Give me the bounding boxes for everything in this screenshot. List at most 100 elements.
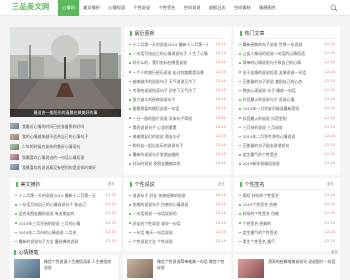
list-item-title[interactable]: 最新经典的句子说说 世界一句说说	[243, 40, 303, 49]
nav-item-essays[interactable]: 美文摘抄	[79, 0, 104, 16]
list-item-title[interactable]: 适合发朋友圈的说说 有关朋友的	[19, 209, 75, 218]
list-item[interactable]: 好听的个性签名 伤感 12-10	[239, 209, 335, 219]
list-item[interactable]: 和好友一起出去玩的说说句子 12-10	[129, 141, 226, 151]
list-item-title[interactable]: 十二月第一天的说说2019 最新十二月第一天	[19, 191, 96, 200]
list-item[interactable]: 我的心情越来越不适合自己的心情句子	[10, 132, 121, 142]
list-item[interactable]: 好玩的说说 发朋友圈搞笑的 12-10	[129, 159, 226, 169]
nav-item-home[interactable]: 心情网	[58, 0, 79, 16]
list-item[interactable]: 十二月第一天的说说2019 最新十二月第一天 12-10	[15, 191, 116, 201]
list-item-title[interactable]: 好玩的说说 发朋友圈搞笑的	[133, 159, 181, 168]
list-item[interactable]: 一日一图的图片说说 早安句子简短 12-10	[129, 113, 226, 123]
list-item[interactable]: 越来越冷的说说句子 天气说说又冷了 12-10	[129, 76, 226, 86]
list-item-title[interactable]: 感谢朋友们的说说 朋友句子	[133, 132, 181, 141]
list-item-title[interactable]: 个性签名 经典的	[243, 219, 271, 228]
list-item-title[interactable]: 三月份的说说 三月说说	[243, 123, 283, 132]
list-item[interactable]: 十二月第一天的说说2019 最新十二月第一天早上 12-10	[129, 40, 226, 50]
search-icon[interactable]	[330, 4, 338, 12]
nav-item-emotion-images[interactable]: 情感图片	[255, 0, 280, 16]
list-item[interactable]: 最新经典的句子说说 世界一句说说 12-10	[239, 40, 335, 50]
list-item-title[interactable]: 个性说说大全 个性说说	[133, 237, 173, 246]
list-item[interactable]: 2019年二月份的心情说说 二月份 12-10	[15, 227, 116, 237]
list-item-title[interactable]: 抖音最火的说说 抖音里的	[243, 114, 287, 123]
list-item[interactable]: 少年的时候应该有的美好心情语句	[10, 142, 121, 152]
list-item[interactable]: 2019年二月到冬季的心情说说 12-10	[239, 131, 335, 142]
list-item[interactable]: 个性签名 经典的 12-10	[239, 218, 335, 228]
list-item-title[interactable]: 2019年一月早安问候语最新简短	[243, 104, 300, 113]
more-link[interactable]: 更多	[327, 182, 334, 187]
list-item[interactable]: 简单的心情说说句子致自己的心情 12-10	[239, 58, 335, 68]
list-item-title[interactable]: 一句话写给自己的心情说说句子 致自己	[19, 200, 86, 209]
list-item[interactable]: 一句话说说 一句话说说的 12-10	[129, 209, 226, 219]
list-item[interactable]: 好什么的，我们坐标在哪里说说 12-10	[129, 58, 226, 68]
list-item[interactable]: 我最近心情的时间已经准备那样好吗	[10, 122, 121, 132]
hero-caption[interactable]: 最适合一般阳光的清晨在做美好的事	[10, 109, 121, 117]
list-item[interactable]: 一句话写给自己的心情说说句子 致自己 12-10	[15, 200, 116, 210]
list-item-title[interactable]: 伤感的说说句子 伤感的心情说说	[133, 200, 189, 209]
nav-item-holiday-log[interactable]: 放假日志	[205, 0, 230, 16]
list-item[interactable]: 2019年一月早安问候语最新简短 12-10	[239, 104, 335, 114]
list-item-title[interactable]: 晚安心语说说 句子 睡前一句话	[243, 86, 296, 95]
list-item-title[interactable]: 冬季的说说短语句子 初冬了天气冷了	[133, 86, 197, 95]
list-item[interactable]: 三月份的说说 三月说说 12-10	[239, 122, 335, 132]
list-item[interactable]: 我最喜欢的说说真没有想到的是这样的美好	[10, 163, 121, 173]
list-item-title[interactable]: 最新的说说句子发朋友圈的	[133, 150, 180, 159]
list-item-title[interactable]: 好听的个性签名 伤感	[243, 209, 279, 218]
list-item-title[interactable]: 一日一图的图片说说 早安句子简短	[133, 114, 193, 123]
list-item-title[interactable]: 正能量的句子励志说说短句	[243, 141, 290, 150]
nav-item-personal-posts[interactable]: 个性说说	[129, 0, 154, 16]
list-item[interactable]: 抖音最火的说说句子 说说心情 12-10	[239, 95, 335, 105]
nav-item-mood-phrases[interactable]: 心情短语	[104, 0, 129, 16]
list-item[interactable]: 甜蜜恩爱的情侣说说一句话 12-10	[129, 104, 226, 114]
card-title[interactable]: 微信个性说说人生感悟语录 人生感悟的说说	[44, 259, 115, 277]
list-item-title[interactable]: 十二月第一天的说说2019 最新十二月第一天早上	[133, 40, 209, 49]
list-item-title[interactable]: 和好友一起出去玩的说说句子	[133, 141, 184, 150]
list-item-title[interactable]: 2019年三月开始的说说 三月的心情	[19, 219, 81, 228]
list-item[interactable]: 感谢朋友们的说说 朋友句子 12-10	[129, 131, 226, 142]
article-card[interactable]: 漂亮的经典唯美说说句 说说图片一句话	[234, 255, 340, 280]
list-item-title[interactable]: 一句话说说 一句话说说的	[133, 209, 177, 218]
list-item-title[interactable]: 男生个性签名 霸气	[243, 237, 275, 246]
list-item-title[interactable]: 简单的心情说说句子致自己的心情	[243, 58, 301, 67]
list-item-title[interactable]: 让女人感动的说说一句话的心情短语	[243, 49, 305, 58]
nav-item-materials[interactable]: 空间素材	[230, 0, 255, 16]
list-item[interactable]: 关于友情的说说短语 友情说说一句话 12-10	[239, 67, 335, 77]
list-item[interactable]: 适合发朋友圈的说说 有关朋友的 12-10	[15, 209, 116, 219]
list-item[interactable]: 2019新年祝福语说说 12-10	[239, 159, 335, 169]
list-item-title[interactable]: 2019年二月份的心情说说 二月份	[19, 228, 77, 237]
list-item[interactable]: 说说句子 好友 伤感经典的说说 12-10	[129, 191, 226, 201]
list-item-title[interactable]: 最新的说说句子大全 最经典的说说	[19, 237, 79, 246]
list-item-title[interactable]: 简短 好听的个性签名	[243, 191, 279, 200]
list-item[interactable]: 个性说说大全 个性说说 12-10	[129, 236, 226, 247]
list-item[interactable]: 正能量的句子励志说说短句 12-10	[239, 141, 335, 151]
list-item-title[interactable]: 关于友情的说说短语 友情说说一句话	[243, 68, 307, 77]
list-item-title[interactable]: 一句话写给自己的心情说说句子 人生了心情而感慨	[133, 49, 209, 58]
list-item-title[interactable]: 正能量的句子说说 激励自己的心态	[243, 77, 303, 86]
hero-image[interactable]: 最适合一般阳光的清晨在做美好的事	[10, 27, 121, 117]
more-link[interactable]: 更多	[218, 182, 225, 187]
list-item[interactable]: 一个人的旅行经历说说 走过的路都是风景 12-10	[129, 67, 226, 77]
list-item-title[interactable]: 好什么的，我们坐标在哪里说说	[133, 58, 187, 67]
nav-item-space-posts[interactable]: 空间说说	[180, 0, 205, 16]
list-item-title[interactable]: 2019个性签名 伤感	[243, 200, 277, 209]
list-item-title[interactable]: 一句话 每天一句话说说	[133, 228, 173, 237]
list-item[interactable]: 晚安心语说说 句子 睡前一句话 12-10	[239, 85, 335, 96]
list-item[interactable]: 男生个性签名 霸气 12-10	[239, 236, 335, 247]
list-item[interactable]: 抖音最火的说说 抖音里的 12-10	[239, 113, 335, 123]
list-item[interactable]: 伤感的说说句子 伤感的心情说说 12-10	[129, 200, 226, 210]
list-item-title[interactable]: 努力奋斗的经典说说句子	[133, 95, 176, 104]
card-title[interactable]: 微信个性说说简单唯美一句话 微信个性说说	[157, 259, 228, 277]
list-item-title[interactable]: 女生霸气的个性签名	[243, 150, 278, 159]
list-item-title[interactable]: 说说句子 好友 伤感经典的说说	[133, 191, 186, 200]
list-item[interactable]: 累的说说句子 心里的累累 12-10	[129, 122, 226, 132]
list-item-title[interactable]: 2019新年祝福语说说	[243, 159, 280, 168]
more-link[interactable]: 更多	[108, 182, 115, 187]
list-item-title[interactable]: 甜蜜恩爱的情侣说说一句话	[133, 104, 180, 113]
list-item[interactable]: 正能量的句子说说 激励自己的心态 12-10	[239, 76, 335, 86]
list-item-title[interactable]: 好友的个性说说 说说一句话	[133, 219, 181, 228]
article-card[interactable]: 微信个性说说简单唯美一句话 微信个性说说	[123, 255, 231, 280]
article-card[interactable]: 微信个性说说人生感悟语录 人生感悟的说说	[10, 255, 118, 280]
list-item[interactable]: 2019年三月开始的说说 三月的心情 12-10	[15, 218, 116, 228]
list-item[interactable]: 女生霸气的个性签名 12-10	[239, 150, 335, 160]
list-item[interactable]: 简短 好听的个性签名 12-10	[239, 191, 335, 201]
list-item-title[interactable]: 抖音最火的说说句子 说说心情	[243, 95, 295, 104]
